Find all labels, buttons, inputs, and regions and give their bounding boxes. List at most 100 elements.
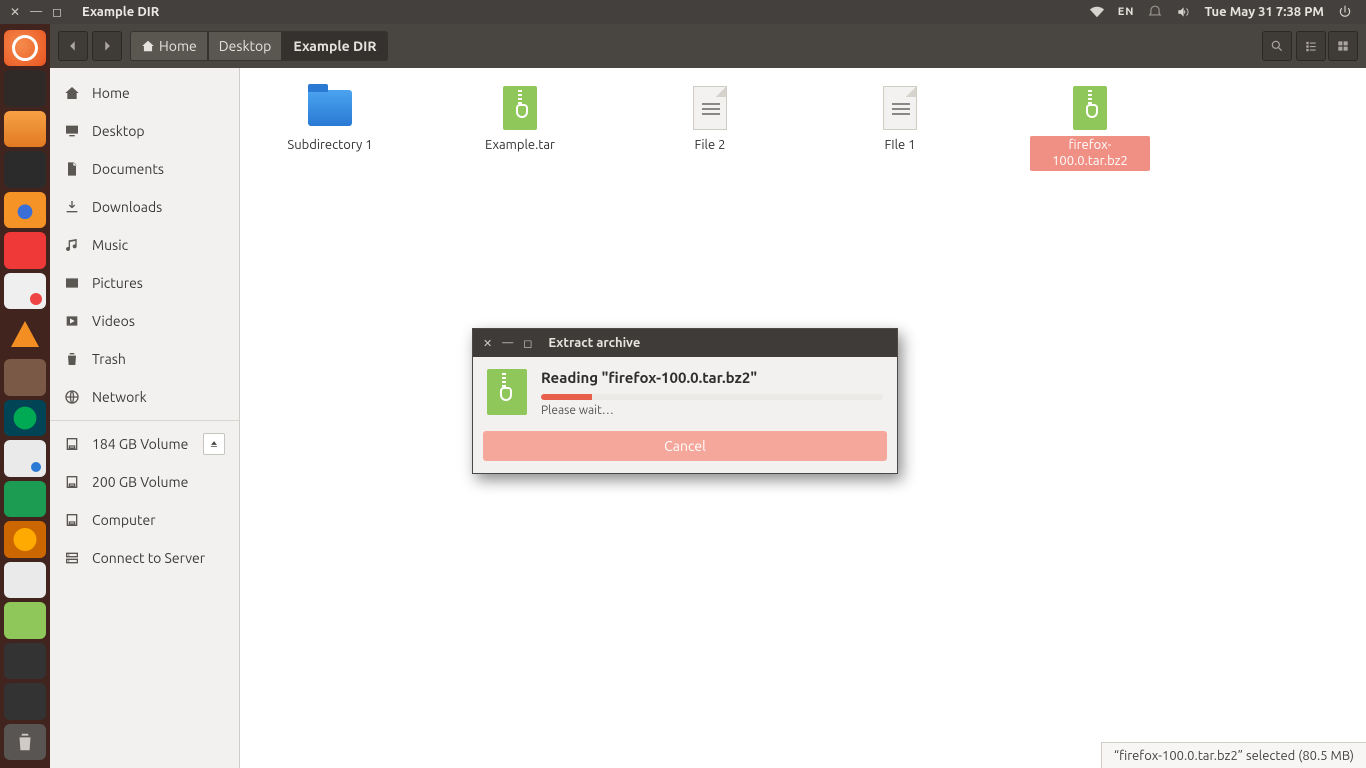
launcher-app-4[interactable]	[4, 521, 46, 557]
folder-icon	[308, 86, 352, 130]
archive-icon	[498, 86, 542, 130]
pictures-icon	[64, 275, 80, 291]
launcher-terminal[interactable]	[4, 151, 46, 187]
sidebar-item-label: Home	[92, 85, 130, 101]
system-menubar: ✕ — ◻ Example DIR EN Tue May 31 7:38 PM	[0, 0, 1366, 24]
sidebar-item-downloads[interactable]: Downloads	[50, 188, 239, 226]
view-grid-button[interactable]	[1328, 31, 1358, 61]
sidebar-item-home[interactable]: Home	[50, 74, 239, 112]
launcher-archive-manager[interactable]	[4, 602, 46, 638]
sidebar-item-music[interactable]: Music	[50, 226, 239, 264]
window-minimize-icon[interactable]: —	[30, 5, 42, 19]
breadcrumb-home[interactable]: Home	[130, 31, 208, 61]
extract-dialog: ✕ — ◻ Extract archive Reading "firefox-1…	[472, 328, 898, 474]
nav-forward-button[interactable]	[92, 31, 122, 61]
view-list-button[interactable]	[1296, 31, 1326, 61]
dialog-minimize-icon[interactable]: —	[502, 337, 513, 349]
sidebar-item-documents[interactable]: Documents	[50, 150, 239, 188]
file-label: firefox-100.0.tar.bz2	[1030, 136, 1150, 171]
unity-launcher	[0, 24, 50, 768]
launcher-firefox[interactable]	[4, 192, 46, 228]
cancel-button[interactable]: Cancel	[483, 431, 887, 461]
launcher-camera[interactable]	[4, 400, 46, 436]
sidebar-item-label: Downloads	[92, 199, 162, 215]
sidebar-item-label: 200 GB Volume	[92, 474, 188, 490]
launcher-app-3[interactable]	[4, 481, 46, 517]
file-item[interactable]: Subdirectory 1	[280, 86, 380, 171]
file-item[interactable]: firefox-100.0.tar.bz2	[1040, 86, 1140, 171]
archive-icon	[487, 369, 527, 417]
sidebar-item-videos[interactable]: Videos	[50, 302, 239, 340]
places-sidebar: Home Desktop Documents Downloads Music P…	[50, 68, 240, 768]
launcher-files[interactable]	[4, 111, 46, 147]
breadcrumb-label: Example DIR	[293, 38, 376, 54]
launcher-app-6[interactable]	[4, 643, 46, 679]
launcher-notes[interactable]	[4, 273, 46, 309]
breadcrumb-current[interactable]: Example DIR	[282, 31, 387, 61]
server-icon	[64, 550, 80, 566]
launcher-vivaldi[interactable]	[4, 232, 46, 268]
sidebar-item-label: Computer	[92, 512, 156, 528]
file-item[interactable]: File 2	[660, 86, 760, 171]
dialog-close-icon[interactable]: ✕	[483, 337, 492, 350]
sidebar-item-184-gb-volume[interactable]: 184 GB Volume	[50, 425, 239, 463]
launcher-app-7[interactable]	[4, 683, 46, 719]
status-text: “firefox-100.0.tar.bz2” selected (80.5 M…	[1114, 749, 1354, 763]
videos-icon	[64, 313, 80, 329]
sidebar-item-network[interactable]: Network	[50, 378, 239, 416]
sidebar-item-label: Network	[92, 389, 147, 405]
dialog-heading: Reading "firefox-100.0.tar.bz2"	[541, 369, 883, 386]
sidebar-item-pictures[interactable]: Pictures	[50, 264, 239, 302]
text-icon	[878, 86, 922, 130]
sidebar-item-computer[interactable]: Computer	[50, 501, 239, 539]
power-icon[interactable]	[1338, 5, 1352, 19]
sidebar-item-label: 184 GB Volume	[92, 436, 188, 452]
dialog-note: Please wait…	[541, 404, 883, 417]
desktop-icon	[64, 123, 80, 139]
trash-icon	[64, 351, 80, 367]
window-close-icon[interactable]: ✕	[10, 5, 20, 19]
launcher-app-2[interactable]	[4, 359, 46, 395]
file-manager-toolbar: Home Desktop Example DIR	[50, 24, 1366, 68]
wifi-icon[interactable]	[1090, 5, 1104, 19]
breadcrumb-label: Home	[159, 38, 197, 54]
file-item[interactable]: Example.tar	[470, 86, 570, 171]
window-maximize-icon[interactable]: ◻	[52, 5, 62, 19]
volume-icon[interactable]	[1176, 5, 1190, 19]
sidebar-item-label: Videos	[92, 313, 135, 329]
launcher-software[interactable]	[4, 440, 46, 476]
disk-icon	[64, 512, 80, 528]
launcher-app-5[interactable]	[4, 562, 46, 598]
nav-back-button[interactable]	[58, 31, 88, 61]
dialog-titlebar[interactable]: ✕ — ◻ Extract archive	[473, 329, 897, 357]
datetime[interactable]: Tue May 31 7:38 PM	[1204, 5, 1324, 19]
breadcrumb: Home Desktop Example DIR	[130, 31, 388, 61]
home-icon	[141, 39, 155, 53]
launcher-app-1[interactable]	[4, 70, 46, 106]
text-icon	[688, 86, 732, 130]
eject-button[interactable]	[203, 433, 225, 455]
sidebar-item-label: Music	[92, 237, 128, 253]
file-label: FIle 1	[880, 136, 919, 156]
sidebar-item-200-gb-volume[interactable]: 200 GB Volume	[50, 463, 239, 501]
dialog-title: Extract archive	[548, 336, 640, 350]
disk-icon	[64, 474, 80, 490]
sidebar-item-label: Trash	[92, 351, 126, 367]
keyboard-lang[interactable]: EN	[1118, 6, 1135, 18]
archive-icon	[1068, 86, 1112, 130]
sidebar-item-desktop[interactable]: Desktop	[50, 112, 239, 150]
sidebar-item-connect-to-server[interactable]: Connect to Server	[50, 539, 239, 577]
home-icon	[64, 85, 80, 101]
dialog-maximize-icon[interactable]: ◻	[523, 337, 532, 350]
notification-icon[interactable]	[1148, 5, 1162, 19]
launcher-vlc[interactable]	[4, 313, 46, 355]
file-item[interactable]: FIle 1	[850, 86, 950, 171]
sidebar-item-label: Desktop	[92, 123, 145, 139]
search-button[interactable]	[1262, 31, 1292, 61]
launcher-trash[interactable]	[4, 724, 46, 760]
sidebar-item-trash[interactable]: Trash	[50, 340, 239, 378]
launcher-dash[interactable]	[4, 30, 46, 66]
file-label: Subdirectory 1	[283, 136, 376, 156]
progress-bar	[541, 394, 883, 400]
breadcrumb-desktop[interactable]: Desktop	[208, 31, 283, 61]
